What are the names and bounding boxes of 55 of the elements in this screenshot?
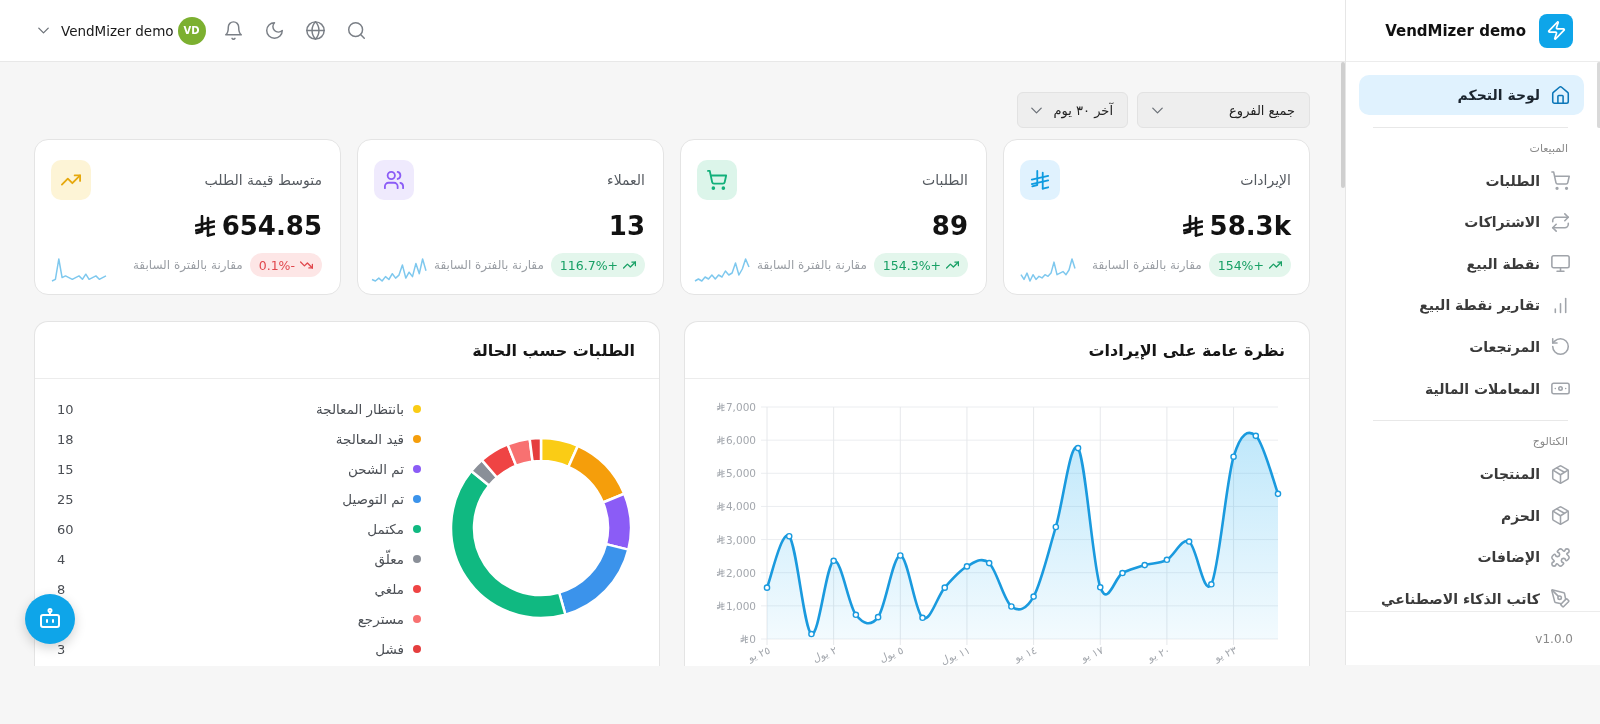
- change-value: +116.7%: [559, 257, 618, 273]
- card-title: الطلبات حسب الحالة: [472, 340, 635, 360]
- comparison-note: مقارنة بالفترة السابقة: [132, 258, 243, 272]
- stat-value: 654.85: [221, 210, 322, 243]
- x-axis-label: ٢٥ يو: [745, 643, 772, 664]
- legend-count: 15: [57, 461, 74, 477]
- legend-label: تم التوصيل: [342, 491, 404, 507]
- section-label: المبيعات: [1528, 141, 1568, 155]
- stat-label: متوسط قيمة الطلب: [204, 172, 322, 188]
- x-axis-label: ١٤ يو: [1012, 643, 1039, 664]
- legend-label: قيد المعالجة: [335, 431, 404, 447]
- legend-count: 10: [57, 401, 74, 417]
- section-label: الكتالوج: [1531, 435, 1568, 449]
- legend-label: معلّق: [374, 551, 404, 567]
- change-value: -0.1%: [258, 257, 295, 273]
- brand-name: VendMizer demo: [1385, 21, 1526, 40]
- y-axis-label: 7,000: [725, 401, 756, 413]
- x-axis-label: ١٧ يو: [1079, 643, 1105, 664]
- change-value: +154%: [1217, 257, 1264, 273]
- stat-label: الإيرادات: [1240, 172, 1291, 188]
- legend-count: 25: [57, 491, 74, 507]
- y-axis-label: 0: [749, 633, 756, 645]
- x-axis-label: ١١ يول: [938, 643, 972, 666]
- comparison-note: مقارنة بالفترة السابقة: [757, 258, 867, 272]
- legend-label: فشل: [375, 641, 404, 657]
- legend-label: تم الشحن: [348, 461, 404, 477]
- x-axis-label: ٢٣ يو: [1212, 643, 1239, 664]
- y-axis-label: 3,000: [725, 533, 756, 546]
- legend-label: بانتظار المعالجة: [315, 401, 404, 417]
- legend-label: مكتمل: [367, 521, 404, 537]
- x-axis-label: ٢٠ يو: [1145, 643, 1172, 664]
- stat-value: 89: [931, 210, 968, 243]
- legend-count: 60: [57, 521, 74, 537]
- x-axis-label: ٢ يول: [810, 643, 839, 665]
- stat-label: الطلبات: [922, 172, 968, 188]
- comparison-note: مقارنة بالفترة السابقة: [1091, 258, 1202, 272]
- version-label: v1.0.0: [1535, 631, 1573, 646]
- y-axis-label: 2,000: [725, 566, 756, 579]
- legend-count: 8: [57, 581, 66, 597]
- legend-count: 3: [57, 641, 66, 657]
- y-axis-label: 5,000: [725, 467, 756, 480]
- y-axis-label: 1,000: [725, 599, 756, 612]
- y-axis-label: 6,000: [725, 434, 756, 447]
- x-axis-label: ٥ يول: [877, 643, 906, 665]
- stat-label: العملاء: [607, 172, 645, 188]
- comparison-note: مقارنة بالفترة السابقة: [434, 258, 544, 272]
- legend-label: مسترجع: [357, 611, 404, 627]
- y-axis-label: 4,000: [725, 500, 756, 513]
- legend-label: ملغي: [374, 581, 404, 597]
- card-title: نظرة عامة على الإيرادات: [1088, 340, 1285, 360]
- stat-value: 13: [608, 210, 645, 243]
- legend-count: 18: [57, 431, 74, 447]
- legend-count: 4: [57, 551, 66, 567]
- change-value: +154.3%: [882, 257, 941, 273]
- stat-value: 58.3k: [1209, 210, 1291, 243]
